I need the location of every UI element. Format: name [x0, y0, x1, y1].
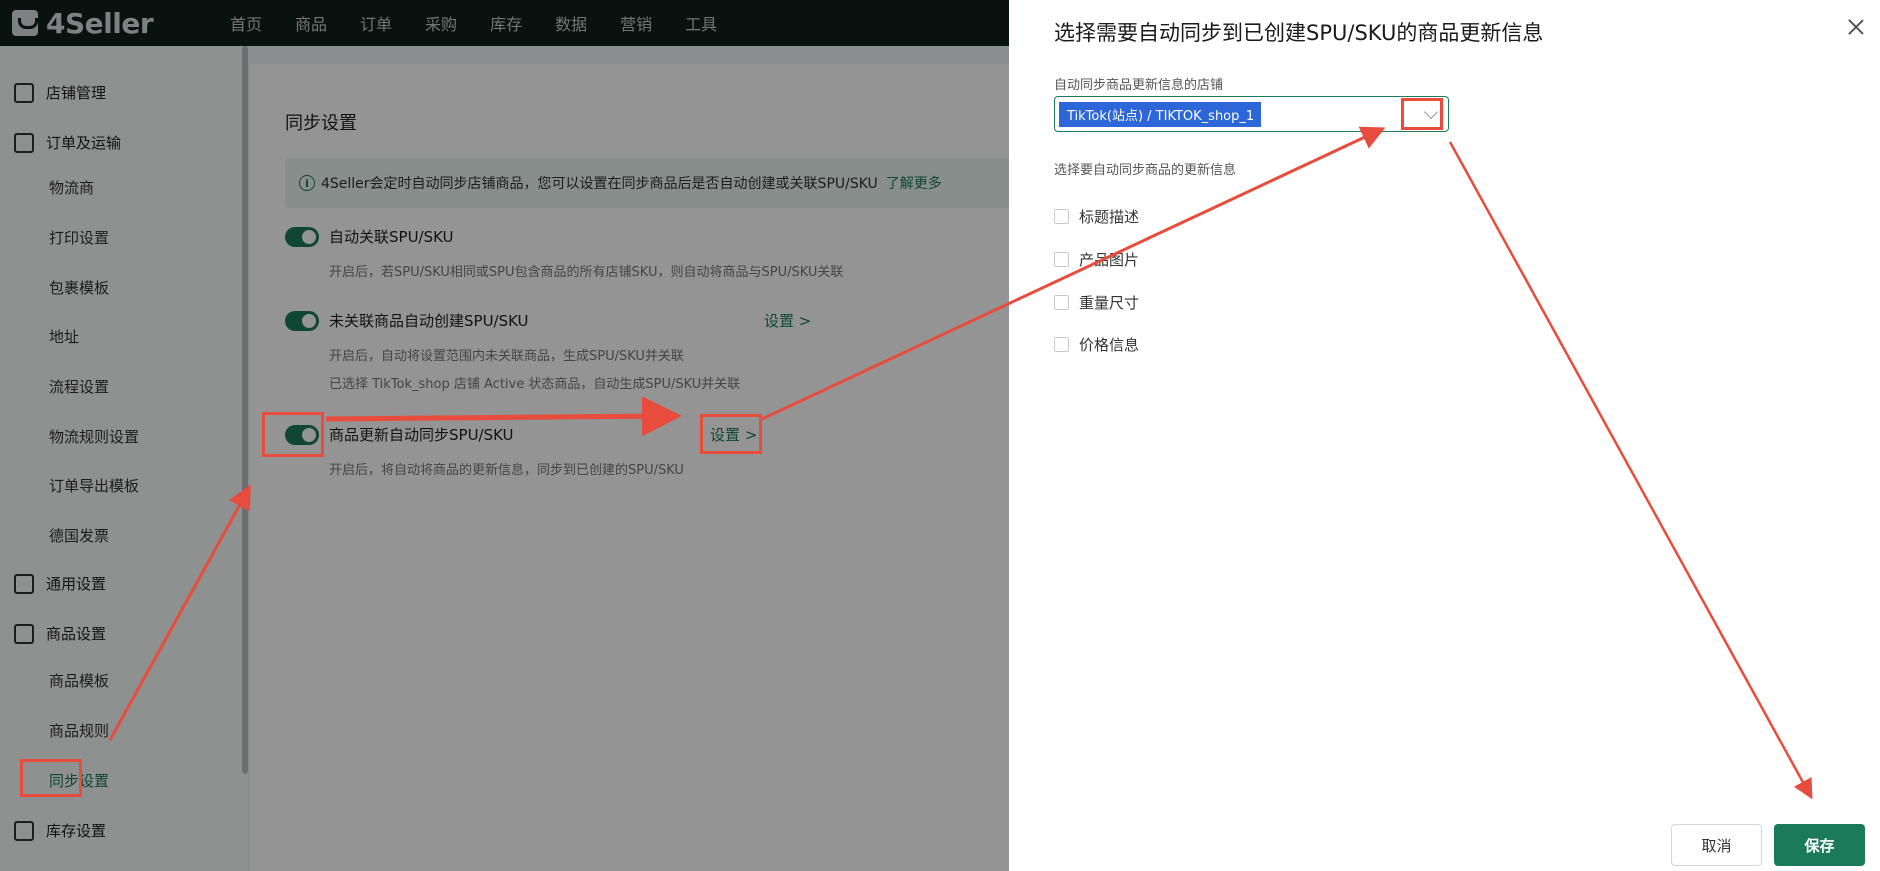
checkbox[interactable] — [1054, 295, 1069, 310]
checkbox-product-images[interactable]: 产品图片 — [1054, 249, 1139, 270]
highlight-sync-settings — [20, 759, 82, 797]
checkbox[interactable] — [1054, 252, 1069, 267]
close-icon[interactable] — [1847, 18, 1865, 36]
checkbox[interactable] — [1054, 337, 1069, 352]
highlight-toggle — [262, 412, 324, 457]
checkbox-label: 重量尺寸 — [1079, 294, 1140, 312]
store-select-value: TikTok(站点) / TIKTOK_shop_1 — [1059, 101, 1262, 127]
checkbox-label: 价格信息 — [1079, 336, 1140, 354]
checkbox-price-info[interactable]: 价格信息 — [1054, 334, 1139, 355]
highlight-dropdown — [1401, 98, 1443, 130]
checkbox-label: 标题描述 — [1079, 208, 1140, 226]
update-info-label: 选择要自动同步商品的更新信息 — [1054, 163, 1237, 178]
sync-update-drawer: 选择需要自动同步到已创建SPU/SKU的商品更新信息 自动同步商品更新信息的店铺… — [1009, 0, 1880, 871]
cancel-button[interactable]: 取消 — [1671, 824, 1762, 866]
store-select[interactable]: TikTok(站点) / TIKTOK_shop_1 — [1054, 96, 1449, 132]
save-button[interactable]: 保存 — [1774, 824, 1865, 866]
checkbox[interactable] — [1054, 209, 1069, 224]
store-field-label: 自动同步商品更新信息的店铺 — [1054, 78, 1224, 93]
modal-backdrop[interactable] — [0, 0, 1010, 871]
checkbox-title-desc[interactable]: 标题描述 — [1054, 206, 1139, 227]
checkbox-weight-size[interactable]: 重量尺寸 — [1054, 292, 1139, 313]
drawer-title: 选择需要自动同步到已创建SPU/SKU的商品更新信息 — [1054, 21, 1544, 45]
checkbox-label: 产品图片 — [1079, 251, 1140, 269]
highlight-settings-link — [700, 414, 762, 454]
